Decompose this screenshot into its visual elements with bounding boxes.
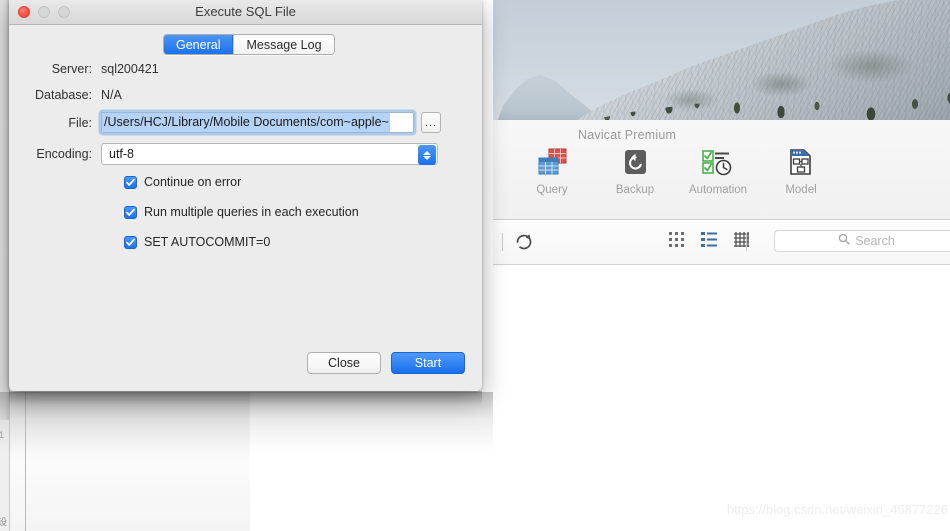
- screen: 1 设 Navicat Premium: [0, 0, 950, 531]
- checkbox-label-set-autocommit: SET AUTOCOMMIT=0: [144, 235, 271, 249]
- checkmark-icon: [124, 235, 137, 249]
- database-value: N/A: [101, 88, 122, 102]
- dialog-titlebar: Execute SQL File: [9, 0, 482, 25]
- tab-message-log[interactable]: Message Log: [233, 35, 334, 54]
- server-row: Server: sql200421: [9, 62, 159, 76]
- encoding-value: utf-8: [109, 147, 135, 161]
- checkbox-run-multiple-queries[interactable]: Run multiple queries in each execution: [124, 205, 359, 219]
- encoding-label: Encoding:: [36, 147, 92, 161]
- encoding-row: Encoding: utf-8: [9, 143, 438, 165]
- execute-sql-file-dialog: Execute SQL File General Message Log Ser…: [9, 0, 482, 391]
- toolbar-item-backup[interactable]: Backup: [604, 146, 666, 196]
- watermark: https://blog.csdn.net/weixin_45877226: [726, 502, 948, 517]
- dialog-body: General Message Log Server: sql200421 Da…: [9, 25, 482, 391]
- toolbar-separator-right: [746, 233, 747, 251]
- tab-bar: General Message Log: [163, 34, 335, 55]
- navicat-secondary-toolbar: Search: [493, 221, 950, 265]
- checkmark-icon: [124, 175, 137, 189]
- file-label: File:: [68, 115, 92, 130]
- close-button[interactable]: Close: [307, 352, 381, 374]
- model-diagram-icon: [770, 146, 832, 180]
- toolbar-item-query[interactable]: Query: [521, 146, 583, 196]
- toolbar-item-model[interactable]: Model: [770, 146, 832, 196]
- hero-mountain-photo: [493, 0, 950, 120]
- dialog-footer: Close Start: [307, 352, 465, 374]
- backup-restore-icon: [604, 146, 666, 180]
- checkmark-icon: [124, 205, 137, 219]
- search-placeholder: Search: [855, 234, 895, 248]
- checkbox-label-continue-on-error: Continue on error: [144, 175, 242, 189]
- toolbar-label-model: Model: [785, 184, 817, 196]
- toolbar-separator-left: [502, 233, 503, 251]
- app-title: Navicat Premium: [578, 128, 677, 142]
- server-value: sql200421: [101, 62, 159, 76]
- navicat-content-area: https://blog.csdn.net/weixin_45877226: [493, 265, 950, 531]
- navicat-toolbar: Navicat Premium Query Backup Automation …: [493, 120, 950, 220]
- tab-general[interactable]: General: [164, 35, 234, 54]
- server-label: Server:: [51, 62, 92, 76]
- edge-fragment-2: 设: [0, 517, 8, 527]
- start-button[interactable]: Start: [391, 352, 465, 374]
- toolbar-label-query: Query: [536, 184, 568, 196]
- checkbox-continue-on-error[interactable]: Continue on error: [124, 175, 241, 189]
- search-input[interactable]: Search: [774, 230, 950, 252]
- file-path-value: /Users/HCJ/Library/Mobile Documents/com~…: [102, 113, 390, 132]
- view-toggle-group: [669, 232, 749, 252]
- encoding-select[interactable]: utf-8: [101, 143, 438, 165]
- database-label: Database:: [35, 88, 92, 102]
- toolbar-items: Query Backup Automation Model: [521, 146, 832, 196]
- file-path-input[interactable]: /Users/HCJ/Library/Mobile Documents/com~…: [101, 112, 414, 133]
- search-icon: [838, 232, 850, 250]
- left-edge-strip: [0, 0, 9, 420]
- dialog-title: Execute SQL File: [195, 4, 296, 19]
- file-row: File: /Users/HCJ/Library/Mobile Document…: [9, 112, 441, 133]
- grid-view-icon[interactable]: [669, 232, 684, 252]
- database-row: Database: N/A: [9, 88, 122, 102]
- automation-clock-icon: [687, 146, 749, 180]
- checkbox-set-autocommit[interactable]: SET AUTOCOMMIT=0: [124, 235, 270, 249]
- query-table-icon: [521, 146, 583, 180]
- refresh-icon[interactable]: [513, 231, 535, 253]
- toolbar-label-backup: Backup: [615, 184, 655, 196]
- chevron-updown-icon[interactable]: [418, 145, 436, 165]
- browse-file-button[interactable]: ...: [421, 112, 441, 133]
- dialog-drop-shadow: [0, 392, 493, 452]
- toolbar-item-automation[interactable]: Automation: [687, 146, 749, 196]
- toolbar-label-automation: Automation: [688, 184, 748, 196]
- list-view-icon[interactable]: [701, 232, 717, 252]
- checkbox-label-run-multiple-queries: Run multiple queries in each execution: [144, 205, 359, 219]
